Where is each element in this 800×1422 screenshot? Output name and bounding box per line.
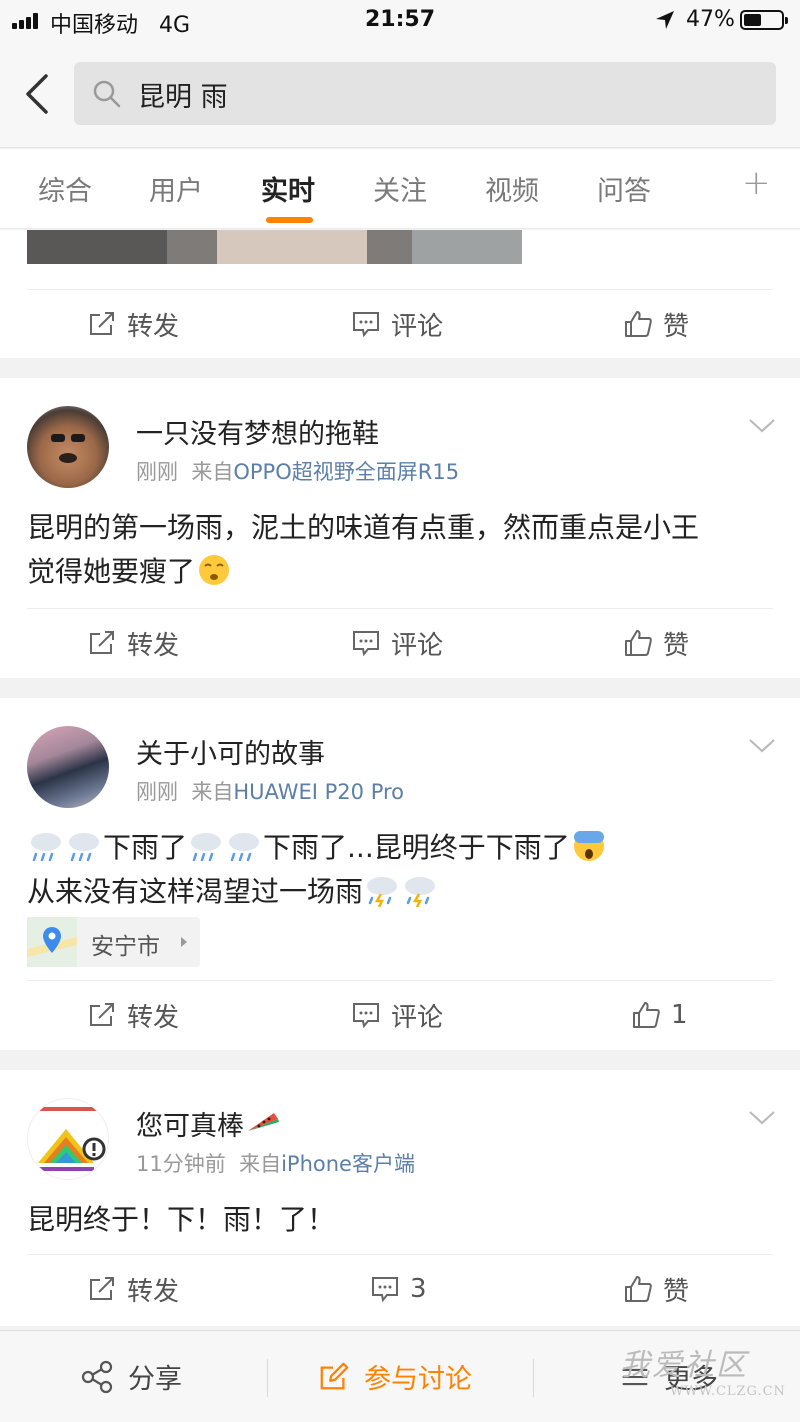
repost-icon	[90, 1277, 114, 1300]
post-text: 昆明的第一场雨，泥土的味道有点重，然而重点是小王 觉得她要瘦了	[27, 511, 700, 588]
comment-button[interactable]: 评论	[351, 304, 443, 344]
chevron-right-icon	[181, 937, 187, 947]
active-tab-indicator	[266, 217, 313, 223]
thumbs-up-icon	[625, 630, 652, 656]
status-bar: 中国移动 4G 21:57 47%	[0, 0, 800, 40]
avatar[interactable]	[27, 726, 109, 808]
tab-realtime[interactable]: 实时	[261, 169, 315, 208]
status-time: 21:57	[364, 7, 436, 32]
comment-button[interactable]: 评论	[351, 995, 443, 1035]
rain-cloud-emoji-icon	[69, 833, 99, 862]
share-button[interactable]: 分享	[80, 1357, 182, 1396]
post-meta: 刚刚 来自OPPO超视野全面屏R15	[136, 460, 460, 484]
thunder-cloud-emoji-icon	[405, 877, 436, 907]
repost-button[interactable]: 转发	[87, 623, 179, 663]
tab-qa[interactable]: 问答	[597, 169, 651, 208]
tab-users[interactable]: 用户	[149, 169, 203, 208]
comment-icon	[353, 312, 379, 338]
battery-icon	[740, 10, 788, 30]
tab-following[interactable]: 关注	[373, 169, 427, 208]
post-card: 您可真棒 11分钟前 来自iPhone客户端 昆明终于！下！雨！了！ 转发 3 …	[0, 1070, 800, 1326]
post-actions: 转发 3 赞	[27, 1254, 773, 1322]
post-meta: 11分钟前 来自iPhone客户端	[136, 1152, 415, 1176]
share-icon	[81, 1360, 113, 1393]
comment-icon	[353, 631, 379, 657]
avatar-face-icon	[51, 434, 85, 463]
repost-icon	[90, 631, 114, 654]
tab-video[interactable]: 视频	[485, 169, 539, 208]
post-meta: 刚刚 来自HUAWEI P20 Pro	[136, 780, 405, 804]
post-text: 下雨了 下雨了...昆明终于下雨了 从来没有这样渴望过一场雨	[27, 826, 777, 914]
rain-cloud-emoji-icon	[31, 833, 61, 862]
post-actions: 转发 评论 赞	[27, 289, 773, 357]
search-input[interactable]	[138, 72, 738, 116]
top-header: 中国移动 4G 21:57 47%	[0, 0, 800, 148]
rain-cloud-emoji-icon	[191, 833, 222, 862]
discuss-button[interactable]: 参与讨论	[318, 1357, 472, 1396]
username[interactable]: 您可真棒	[136, 1104, 282, 1143]
comment-button[interactable]: 3	[370, 1269, 427, 1309]
thumbs-up-icon	[625, 311, 652, 337]
add-tab-button[interactable]: +	[742, 163, 771, 203]
comment-icon	[353, 1003, 379, 1029]
post-actions: 转发 评论 赞	[27, 608, 773, 676]
repost-icon	[90, 1003, 114, 1026]
repost-button[interactable]: 转发	[87, 995, 179, 1035]
comment-button[interactable]: 评论	[351, 623, 443, 663]
repost-button[interactable]: 转发	[87, 1269, 179, 1309]
rainbow-logo-icon	[38, 1107, 106, 1171]
search-bar[interactable]	[74, 62, 776, 125]
like-button[interactable]: 赞	[623, 1269, 689, 1309]
post-card-partial: 转发 评论 赞	[0, 230, 800, 358]
back-arrow-icon[interactable]	[22, 72, 54, 116]
thumbs-up-icon	[633, 1002, 660, 1028]
like-button[interactable]: 赞	[623, 623, 689, 663]
chevron-down-icon[interactable]	[748, 738, 776, 754]
post-card: 一只没有梦想的拖鞋 刚刚 来自OPPO超视野全面屏R15 昆明的第一场雨，泥土的…	[0, 378, 800, 678]
crying-face-emoji-icon	[199, 555, 230, 585]
avatar[interactable]	[27, 1098, 109, 1180]
repost-icon	[90, 312, 114, 335]
post-text: 昆明终于！下！雨！了！	[27, 1203, 336, 1236]
location-arrow-icon	[656, 11, 674, 29]
thumbs-up-icon	[625, 1276, 652, 1302]
like-button[interactable]: 赞	[623, 304, 689, 344]
post-card: 关于小可的故事 刚刚 来自HUAWEI P20 Pro 下雨了 下雨了...昆明终…	[0, 698, 800, 1050]
username[interactable]: 一只没有梦想的拖鞋	[136, 412, 379, 451]
map-pin-icon	[27, 917, 77, 967]
location-tag[interactable]: 安宁市	[27, 917, 200, 967]
comment-icon	[372, 1277, 398, 1303]
like-button[interactable]: 1	[631, 995, 688, 1035]
watermark: 我爱社区 WWW.CLZG.CN	[620, 1348, 786, 1399]
watermelon-emoji-icon	[248, 1113, 279, 1131]
divider	[533, 1359, 534, 1397]
battery-percent: 47%	[686, 7, 735, 32]
thunder-cloud-emoji-icon	[367, 877, 398, 907]
tab-bar: 综合 用户 实时 关注 视频 问答 +	[0, 149, 800, 229]
rain-cloud-emoji-icon	[229, 833, 260, 862]
search-icon	[93, 80, 121, 108]
tab-comprehensive[interactable]: 综合	[38, 169, 92, 208]
edit-icon	[320, 1362, 349, 1389]
avatar[interactable]	[27, 406, 109, 488]
username[interactable]: 关于小可的故事	[136, 732, 325, 771]
repost-button[interactable]: 转发	[87, 304, 179, 344]
post-image[interactable]	[27, 230, 522, 264]
divider	[267, 1359, 268, 1397]
chevron-down-icon[interactable]	[748, 418, 776, 434]
chevron-down-icon[interactable]	[748, 1110, 776, 1126]
screaming-face-emoji-icon	[573, 831, 604, 861]
post-actions: 转发 评论 1	[27, 980, 773, 1048]
